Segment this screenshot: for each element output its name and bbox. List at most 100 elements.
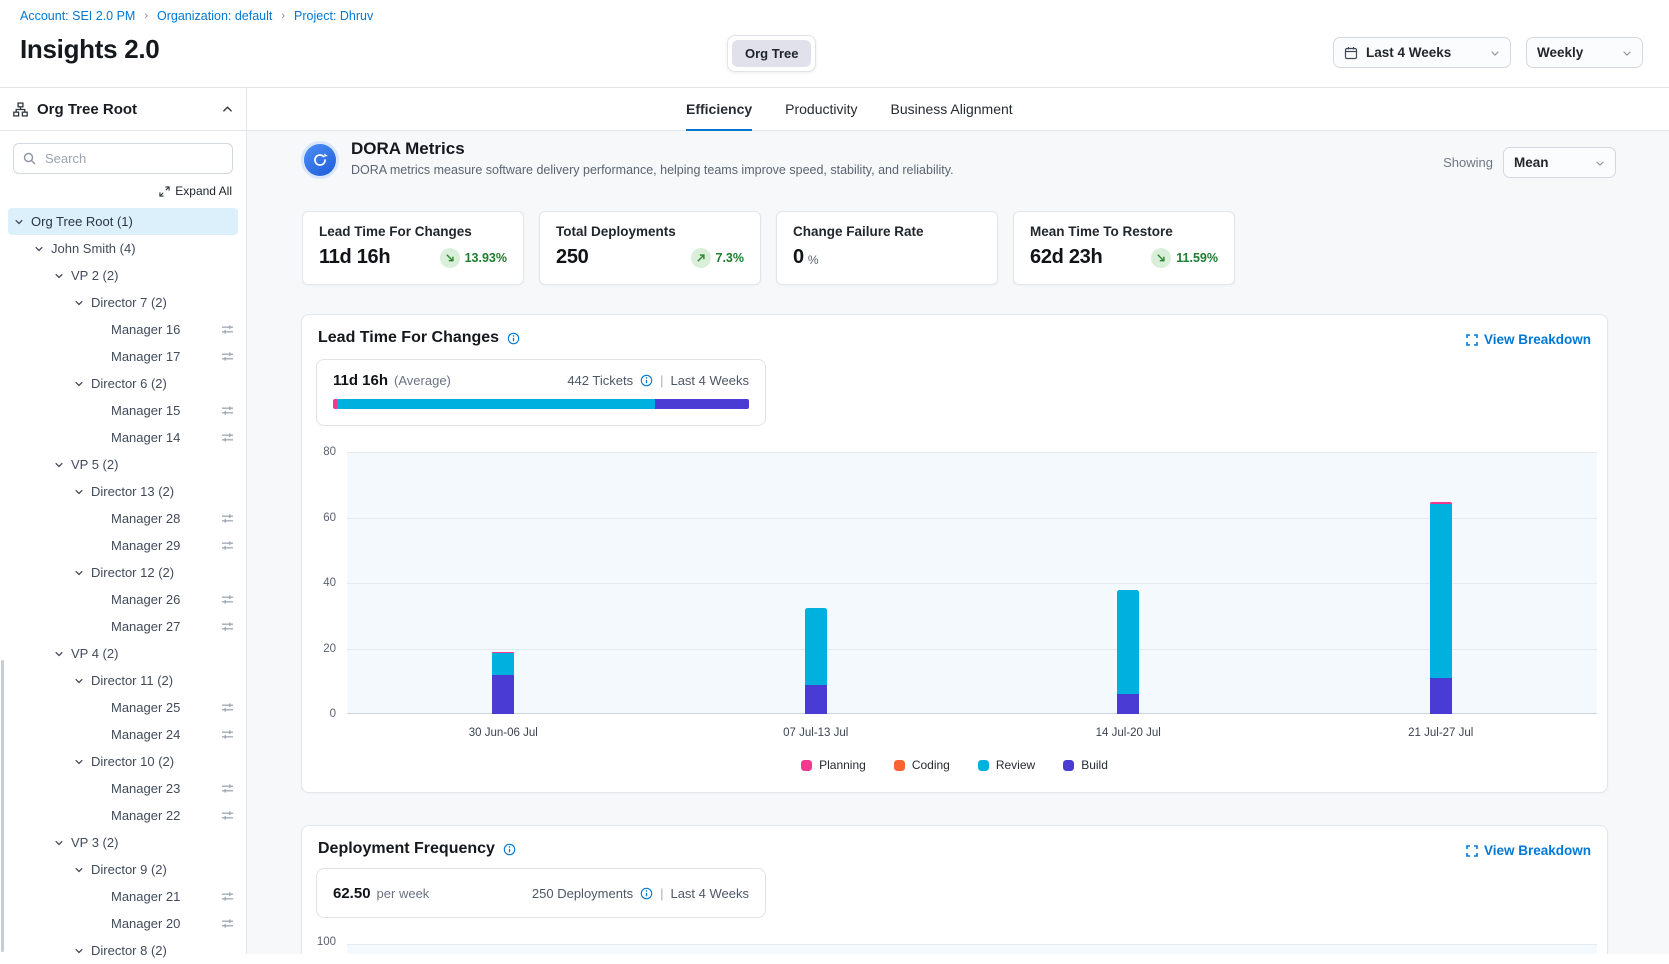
chevron-down-icon[interactable] [74, 946, 91, 956]
filters-icon[interactable] [221, 323, 234, 336]
filters-icon[interactable] [221, 593, 234, 606]
tree-node-manager-25[interactable]: Manager 25 [8, 694, 238, 721]
chevron-down-icon[interactable] [74, 298, 91, 308]
tree-node-manager-23[interactable]: Manager 23 [8, 775, 238, 802]
filters-icon[interactable] [221, 620, 234, 633]
tree-node-label: Manager 20 [111, 916, 180, 931]
search-input[interactable] [43, 150, 223, 167]
trend-up-icon [691, 248, 711, 268]
deployment-chart [347, 944, 1597, 954]
filters-icon[interactable] [221, 350, 234, 363]
date-range-dropdown[interactable]: Last 4 Weeks [1333, 37, 1511, 68]
chevron-down-icon[interactable] [54, 460, 71, 470]
metric-card-value: 250 [556, 246, 588, 269]
chevron-down-icon[interactable] [54, 838, 71, 848]
chevron-down-icon[interactable] [74, 487, 91, 497]
tree-node-label: Manager 22 [111, 808, 180, 823]
breadcrumb-link-account[interactable]: Account: SEI 2.0 PM [20, 9, 135, 23]
tab-productivity[interactable]: Productivity [785, 88, 857, 131]
breadcrumb: Account: SEI 2.0 PM›Organization: defaul… [20, 9, 373, 23]
filters-icon[interactable] [221, 809, 234, 822]
bar-segment-review [492, 653, 514, 674]
chevron-down-icon[interactable] [74, 757, 91, 767]
bar-segment-review [805, 608, 827, 685]
tab-business-alignment[interactable]: Business Alignment [891, 88, 1013, 131]
tree-node-vp-4-2-[interactable]: VP 4 (2) [8, 640, 238, 667]
tree-node-manager-17[interactable]: Manager 17 [8, 343, 238, 370]
tree-node-manager-29[interactable]: Manager 29 [8, 532, 238, 559]
chevron-down-icon[interactable] [74, 568, 91, 578]
tree-node-director-6-2-[interactable]: Director 6 (2) [8, 370, 238, 397]
tree-search[interactable] [13, 143, 233, 174]
filters-icon[interactable] [221, 512, 234, 525]
tree-node-org-tree-root-1-[interactable]: Org Tree Root (1) [8, 208, 238, 235]
tree-node-manager-21[interactable]: Manager 21 [8, 883, 238, 910]
chevron-down-icon[interactable] [54, 271, 71, 281]
chevron-down-icon[interactable] [74, 676, 91, 686]
breadcrumb-link-project[interactable]: Project: Dhruv [294, 9, 373, 23]
org-tree-button[interactable]: Org Tree [732, 40, 811, 67]
tree-node-director-12-2-[interactable]: Director 12 (2) [8, 559, 238, 586]
interval-dropdown[interactable]: Weekly [1526, 37, 1643, 68]
tree-node-manager-20[interactable]: Manager 20 [8, 910, 238, 937]
deployment-view-breakdown-link[interactable]: View Breakdown [1466, 843, 1591, 858]
legend-item-coding[interactable]: Coding [894, 758, 950, 772]
tree-node-manager-14[interactable]: Manager 14 [8, 424, 238, 451]
breadcrumb-link-organization[interactable]: Organization: default [157, 9, 272, 23]
tree-node-manager-15[interactable]: Manager 15 [8, 397, 238, 424]
expand-corners-icon [1466, 845, 1478, 857]
chevron-down-icon[interactable] [34, 244, 51, 254]
tree-node-manager-16[interactable]: Manager 16 [8, 316, 238, 343]
filters-icon[interactable] [221, 701, 234, 714]
info-icon[interactable] [507, 332, 520, 345]
legend-swatch [1063, 760, 1074, 771]
sidebar-scrollbar[interactable] [1, 660, 4, 952]
tree-node-director-11-2-[interactable]: Director 11 (2) [8, 667, 238, 694]
chevron-down-icon[interactable] [74, 379, 91, 389]
chevron-down-icon[interactable] [74, 865, 91, 875]
tree-node-manager-28[interactable]: Manager 28 [8, 505, 238, 532]
filters-icon[interactable] [221, 917, 234, 930]
metric-card-label: Total Deployments [556, 224, 744, 239]
tree-node-vp-5-2-[interactable]: VP 5 (2) [8, 451, 238, 478]
trend-delta: 13.93% [465, 251, 507, 265]
legend-swatch [801, 760, 812, 771]
aggregation-dropdown[interactable]: Mean [1503, 147, 1616, 178]
tree-node-manager-24[interactable]: Manager 24 [8, 721, 238, 748]
tree-node-director-8-2-[interactable]: Director 8 (2) [8, 937, 238, 964]
tree-node-manager-26[interactable]: Manager 26 [8, 586, 238, 613]
tree-node-manager-22[interactable]: Manager 22 [8, 802, 238, 829]
expand-all-button[interactable]: Expand All [0, 184, 232, 198]
filters-icon[interactable] [221, 539, 234, 552]
filters-icon[interactable] [221, 890, 234, 903]
filters-icon[interactable] [221, 782, 234, 795]
tree-node-manager-27[interactable]: Manager 27 [8, 613, 238, 640]
tree-node-director-7-2-[interactable]: Director 7 (2) [8, 289, 238, 316]
legend-item-review[interactable]: Review [978, 758, 1035, 772]
info-icon[interactable] [503, 843, 516, 856]
tree-node-vp-2-2-[interactable]: VP 2 (2) [8, 262, 238, 289]
tab-efficiency[interactable]: Efficiency [686, 88, 752, 131]
chevron-down-icon[interactable] [54, 649, 71, 659]
filters-icon[interactable] [221, 404, 234, 417]
filters-icon[interactable] [221, 431, 234, 444]
sidebar-header: Org Tree Root [0, 88, 246, 131]
filters-icon[interactable] [221, 728, 234, 741]
collapse-sidebar-chevron-up-icon[interactable] [222, 104, 233, 115]
tree-node-john-smith-4-[interactable]: John Smith (4) [8, 235, 238, 262]
org-tree-icon [13, 102, 28, 117]
lead-time-view-breakdown-link[interactable]: View Breakdown [1466, 332, 1591, 347]
info-icon[interactable] [640, 887, 653, 900]
chevron-down-icon[interactable] [14, 217, 31, 227]
legend-item-planning[interactable]: Planning [801, 758, 866, 772]
tree-node-director-9-2-[interactable]: Director 9 (2) [8, 856, 238, 883]
tree-node-director-10-2-[interactable]: Director 10 (2) [8, 748, 238, 775]
legend-item-build[interactable]: Build [1063, 758, 1108, 772]
tree-node-director-13-2-[interactable]: Director 13 (2) [8, 478, 238, 505]
legend-label: Build [1081, 758, 1108, 772]
metric-card-mean-time-to-restore: Mean Time To Restore62d 23h11.59% [1013, 211, 1235, 285]
trend-down-icon [1151, 248, 1171, 268]
info-icon[interactable] [640, 374, 653, 387]
tree-node-label: Director 13 (2) [91, 484, 174, 499]
tree-node-vp-3-2-[interactable]: VP 3 (2) [8, 829, 238, 856]
